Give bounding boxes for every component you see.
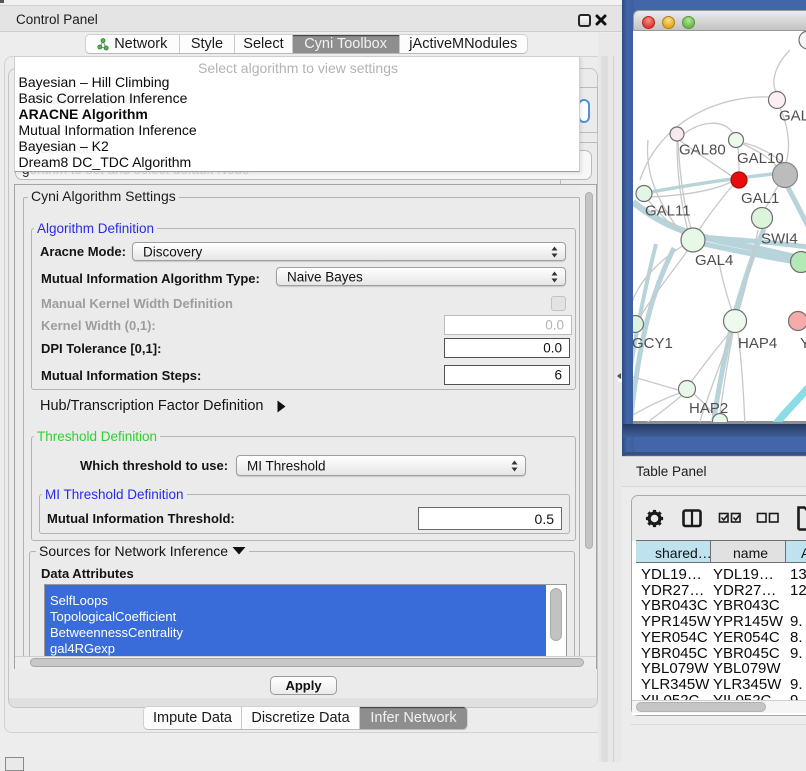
svg-text:GAL: GAL [779, 108, 806, 125]
svg-text:GCY1: GCY1 [633, 335, 673, 352]
svg-text:SWI4: SWI4 [761, 231, 798, 248]
svg-text:GAL10: GAL10 [737, 150, 784, 167]
svg-text:GAL1: GAL1 [741, 190, 779, 207]
svg-text:HAP4: HAP4 [738, 335, 777, 352]
svg-text:GAL11: GAL11 [645, 203, 691, 220]
svg-text:GAL4: GAL4 [695, 252, 733, 269]
svg-text:HAP2: HAP2 [689, 400, 728, 417]
svg-text:GAL80: GAL80 [679, 142, 726, 159]
svg-text:Y: Y [800, 335, 806, 352]
